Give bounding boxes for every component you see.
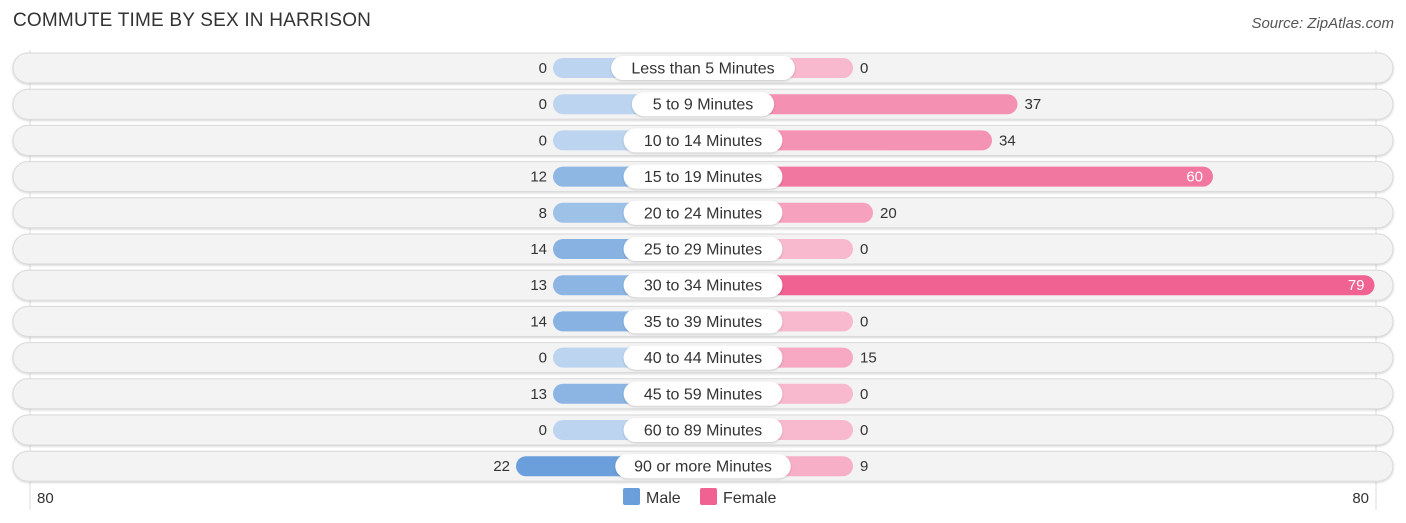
category-label: 40 to 44 Minutes [644, 350, 762, 367]
female-value-label: 37 [1025, 96, 1042, 113]
female-value-label: 79 [1348, 277, 1365, 294]
category-row: 0 0 Less than 5 Minutes [12, 52, 1394, 84]
category-label: 60 to 89 Minutes [644, 423, 762, 440]
female-value-label: 0 [860, 422, 868, 439]
category-row: 13 79 30 to 34 Minutes [12, 269, 1394, 301]
female-value-label: 15 [860, 350, 877, 367]
category-label: 45 to 59 Minutes [644, 386, 762, 403]
category-row: 14 0 25 to 29 Minutes [12, 233, 1394, 265]
male-value-label: 22 [493, 458, 510, 475]
female-value-label: 0 [860, 313, 868, 330]
category-row: 13 0 45 to 59 Minutes [12, 378, 1394, 410]
category-row: 8 20 20 to 24 Minutes [12, 197, 1394, 229]
legend-label-female: Female [723, 490, 776, 507]
legend-label-male: Male [646, 490, 681, 507]
category-row: 0 15 40 to 44 Minutes [12, 342, 1394, 374]
female-value-label: 34 [999, 132, 1016, 149]
category-row: 22 9 90 or more Minutes [12, 450, 1394, 482]
female-value-label: 0 [860, 386, 868, 403]
male-value-label: 0 [539, 132, 547, 149]
female-value-label: 9 [860, 458, 868, 475]
male-value-label: 0 [539, 96, 547, 113]
male-value-label: 8 [539, 205, 547, 222]
male-value-label: 0 [539, 60, 547, 77]
male-value-label: 14 [530, 241, 547, 258]
category-label: 10 to 14 Minutes [644, 133, 762, 150]
female-value-label: 0 [860, 241, 868, 258]
female-value-label: 60 [1186, 169, 1203, 186]
category-label: 25 to 29 Minutes [644, 242, 762, 259]
category-label: 20 to 24 Minutes [644, 205, 762, 222]
legend-swatch-female [700, 488, 717, 505]
legend: Male Female [623, 488, 776, 507]
category-row: 0 34 10 to 14 Minutes [12, 124, 1394, 156]
category-row: 12 60 15 to 19 Minutes [12, 161, 1394, 193]
male-value-label: 13 [530, 277, 547, 294]
male-value-label: 14 [530, 313, 547, 330]
axis-min-label: 80 [37, 490, 54, 507]
male-value-label: 12 [530, 169, 547, 186]
female-value-label: 20 [880, 205, 897, 222]
legend-swatch-male [623, 488, 640, 505]
category-label: 15 to 19 Minutes [644, 169, 762, 186]
category-label: 90 or more Minutes [634, 459, 772, 476]
category-label: Less than 5 Minutes [631, 61, 774, 78]
female-bar [703, 275, 1375, 296]
category-label: 30 to 34 Minutes [644, 278, 762, 295]
male-value-label: 0 [539, 350, 547, 367]
category-label: 5 to 9 Minutes [653, 97, 754, 114]
category-row: 0 37 5 to 9 Minutes [12, 88, 1394, 120]
category-row: 0 0 60 to 89 Minutes [12, 414, 1394, 446]
category-row: 14 0 35 to 39 Minutes [12, 305, 1394, 337]
category-label: 35 to 39 Minutes [644, 314, 762, 331]
female-value-label: 0 [860, 60, 868, 77]
male-value-label: 13 [530, 386, 547, 403]
axis-max-label: 80 [1352, 490, 1369, 507]
chart: 0 0 Less than 5 Minutes 0 37 5 to 9 Minutes 0 3… [12, 50, 1394, 510]
male-value-label: 0 [539, 422, 547, 439]
